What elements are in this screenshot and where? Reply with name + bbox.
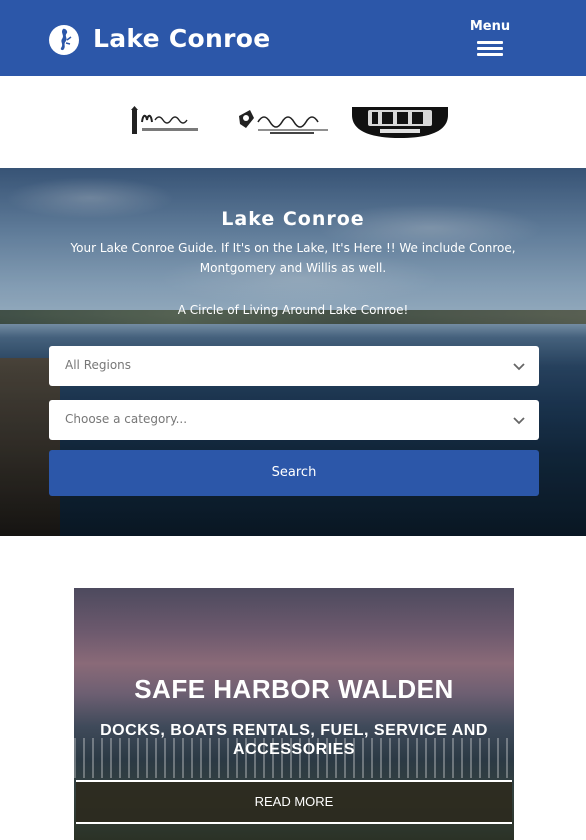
hero-section: Lake Conroe Your Lake Conroe Guide. If I… (0, 168, 586, 536)
category-select[interactable]: Choose a category... (49, 400, 539, 440)
chevron-down-icon (513, 363, 525, 371)
promo-subtitle: DOCKS, BOATS RENTALS, FUEL, SERVICE AND … (100, 722, 488, 758)
hero-title: Lake Conroe (221, 208, 365, 230)
read-more-button[interactable]: READ MORE (76, 780, 512, 824)
menu-label: Menu (469, 19, 511, 34)
hero-tagline: A Circle of Living Around Lake Conroe! (177, 303, 409, 317)
sponsor-logos (0, 76, 586, 168)
regions-select-value: All Regions (65, 358, 132, 372)
promo-title: SAFE HARBOR WALDEN (134, 674, 454, 704)
regions-select[interactable]: All Regions (49, 346, 539, 386)
fajita-jacks-logo[interactable] (236, 106, 332, 138)
chevron-down-icon (513, 417, 525, 425)
category-select-placeholder: Choose a category... (65, 412, 188, 426)
site-header: Lake Conroe Menu (0, 0, 586, 76)
search-button[interactable]: Search (49, 450, 539, 496)
1097-watersports-logo[interactable] (350, 107, 450, 138)
site-title[interactable]: Lake Conroe (93, 24, 271, 53)
hamburger-icon (477, 41, 503, 57)
montys-lighthouse-logo[interactable] (130, 106, 200, 138)
lake-logo-icon[interactable] (48, 24, 80, 56)
hero-description: Your Lake Conroe Guide. If It's on the L… (70, 241, 516, 275)
menu-button[interactable]: Menu (466, 19, 514, 61)
